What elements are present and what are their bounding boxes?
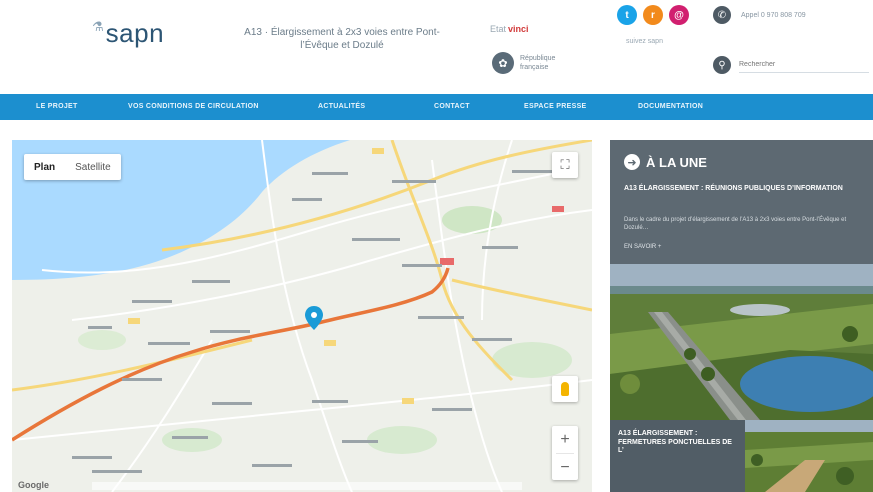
search-input[interactable] — [739, 57, 869, 73]
site-header: ⚗ sapn A13 · Élargissement à 2x3 voies e… — [0, 0, 873, 94]
nav-item-contact[interactable]: CONTACT — [434, 94, 470, 120]
news-photo-highway[interactable] — [610, 264, 873, 420]
search-box: ⚲ — [713, 56, 873, 74]
partner-name: vinci — [508, 24, 529, 34]
partner-prefix: Etat — [490, 24, 507, 34]
news-photo-works[interactable] — [745, 420, 873, 492]
project-tagline: A13 · Élargissement à 2x3 voies entre Po… — [244, 27, 440, 51]
nav-item-circulation[interactable]: VOS CONDITIONS DE CIRCULATION — [128, 94, 259, 120]
logo-mark-icon: ⚗ — [92, 19, 104, 34]
pegman-figure — [561, 382, 569, 396]
nav-item-documentation[interactable]: DOCUMENTATION — [638, 94, 703, 120]
news-section-label: À LA UNE — [646, 154, 707, 170]
rss-icon[interactable]: r — [643, 5, 663, 25]
news-card-caption[interactable]: A13 ÉLARGISSEMENT : FERMETURES PONCTUELL… — [610, 420, 745, 492]
phone-icon: ✆ — [713, 6, 731, 24]
works-photo — [745, 420, 873, 492]
fullscreen-icon[interactable]: ⛶ — [552, 152, 578, 178]
zoom-out-button[interactable]: − — [552, 454, 578, 481]
social-links: t r @ — [617, 5, 689, 25]
street-view-icon[interactable] — [552, 376, 578, 402]
news-panel: ➜ À LA UNE A13 ÉLARGISSEMENT : RÉUNIONS … — [610, 140, 873, 264]
search-icon[interactable]: ⚲ — [713, 56, 731, 74]
logo-text: sapn — [105, 18, 165, 48]
news-headline[interactable]: A13 ÉLARGISSEMENT : RÉUNIONS PUBLIQUES D… — [624, 184, 869, 193]
sapn-logo[interactable]: ⚗ sapn — [92, 18, 164, 49]
partner-logo-vinci[interactable]: Etat vinci — [490, 16, 582, 42]
nav-item-presse[interactable]: ESPACE PRESSE — [524, 94, 587, 120]
map-attribution-bar — [92, 482, 522, 490]
social-caption: suivez sapn — [626, 38, 663, 45]
route-map[interactable]: Plan Satellite ⛶ + − Google — [12, 140, 592, 492]
partner-logo-republique[interactable]: ✿ République française — [492, 52, 570, 74]
news-section-title: ➜ À LA UNE — [624, 154, 707, 170]
phone-contact[interactable]: ✆ Appel 0 970 808 709 — [713, 6, 806, 24]
partner2-text: République française — [520, 55, 556, 71]
aerial-photo — [610, 264, 873, 420]
map-type-control: Plan Satellite — [24, 154, 121, 180]
map-type-satellite[interactable]: Satellite — [65, 162, 121, 173]
phone-text: Appel 0 970 808 709 — [741, 11, 806, 19]
news-card-caption-text: A13 ÉLARGISSEMENT : FERMETURES PONCTUELL… — [618, 430, 732, 454]
twitter-icon[interactable]: t — [617, 5, 637, 25]
leaf-icon: ✿ — [492, 52, 514, 74]
read-more-link[interactable]: EN SAVOIR + — [624, 244, 661, 250]
zoom-control: + − — [552, 426, 578, 480]
nav-item-actualites[interactable]: ACTUALITÉS — [318, 94, 365, 120]
map-canvas — [12, 140, 592, 492]
main-nav: LE PROJET VOS CONDITIONS DE CIRCULATION … — [0, 94, 873, 120]
news-description: Dans le cadre du projet d’élargissement … — [624, 217, 847, 231]
email-icon[interactable]: @ — [669, 5, 689, 25]
map-type-plan[interactable]: Plan — [24, 162, 65, 173]
nav-item-projet[interactable]: LE PROJET — [36, 94, 78, 120]
google-logo[interactable]: Google — [18, 480, 49, 490]
zoom-in-button[interactable]: + — [552, 426, 578, 453]
arrow-right-icon: ➜ — [624, 154, 640, 170]
